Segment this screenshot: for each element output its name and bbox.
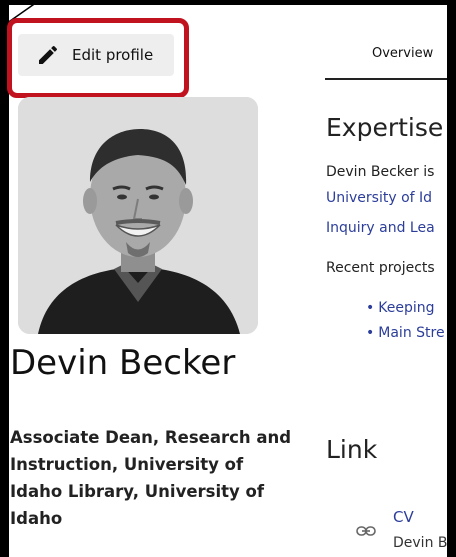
edit-profile-highlight [7, 18, 189, 98]
tab-overview[interactable]: Overview [372, 46, 433, 61]
screenshot-frame: Edit profile Devin Becker Associate Dean… [0, 0, 456, 557]
bullet-icon: • [366, 325, 375, 341]
list-item[interactable]: • Main Stre [366, 321, 445, 346]
expertise-link-inquiry[interactable]: Inquiry and Lea [326, 220, 435, 236]
cv-description: Devin B [393, 535, 448, 551]
expertise-link-university[interactable]: University of Id [326, 190, 432, 206]
recent-projects-list: • Keeping • Main Stre [366, 296, 445, 346]
list-item[interactable]: • Keeping [366, 296, 445, 321]
links-heading: Link [326, 435, 378, 464]
profile-portrait-image [18, 97, 258, 334]
profile-affiliation: Associate Dean, Research and Instruction… [10, 428, 292, 528]
frame-border-top [0, 0, 456, 5]
tab-overview-underline [325, 78, 447, 80]
expertise-heading: Expertise [326, 113, 444, 142]
cv-link[interactable]: CV [393, 508, 414, 526]
expertise-line-1: Devin Becker is [326, 164, 435, 180]
frame-border-right [447, 0, 456, 557]
profile-name: Devin Becker [10, 343, 236, 383]
profile-photo [18, 97, 258, 334]
recent-projects-label: Recent projects [326, 260, 435, 276]
profile-tabs: Overview [325, 40, 447, 80]
link-icon [356, 526, 376, 536]
bullet-icon: • [366, 300, 375, 316]
